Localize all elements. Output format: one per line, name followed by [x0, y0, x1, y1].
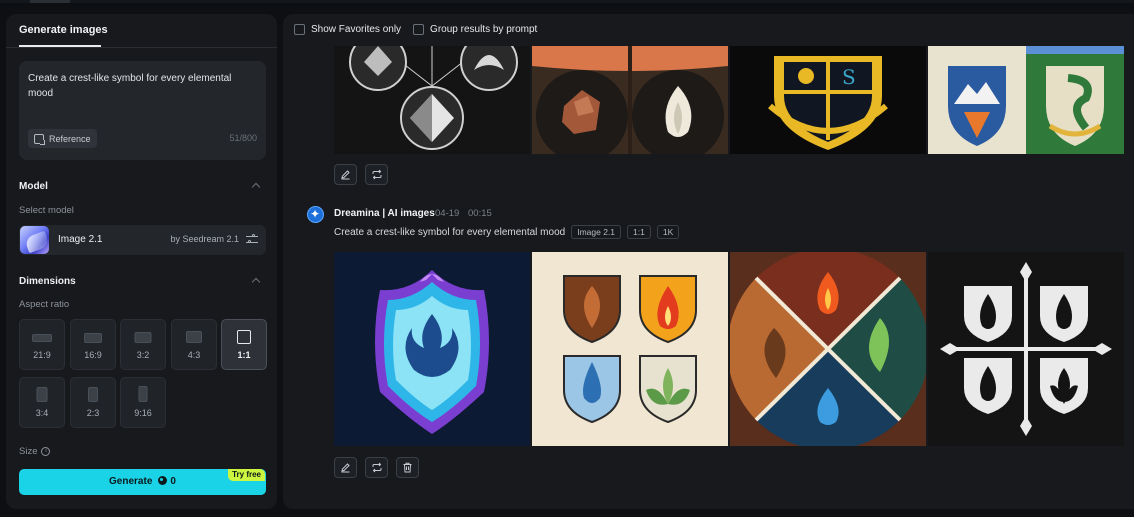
tab-divider [6, 47, 277, 48]
ratio-option-3-4[interactable]: 3:4 [19, 377, 65, 428]
reference-button[interactable]: Reference [28, 129, 97, 148]
result-image[interactable] [532, 46, 728, 154]
tab-generate-images[interactable]: Generate images [19, 24, 108, 36]
results-filters: Show Favorites only Group results by pro… [294, 24, 537, 35]
ratio-label: 3:4 [35, 408, 49, 418]
select-model-label: Select model [19, 205, 74, 216]
favorites-only-toggle[interactable]: Show Favorites only [294, 24, 401, 35]
ratio-label: 3:2 [136, 350, 150, 360]
trash-icon [403, 462, 412, 473]
result-image[interactable] [334, 46, 530, 154]
dreamina-logo-icon [307, 206, 324, 223]
model-provider: by Seedream 2.1 [170, 234, 239, 244]
favorites-only-label: Show Favorites only [311, 24, 402, 35]
ratio-label: 16:9 [84, 350, 102, 360]
repeat-icon [372, 462, 381, 473]
pencil-icon [341, 463, 350, 473]
result-image-row-previous: S [334, 46, 1124, 154]
delete-button[interactable] [396, 457, 419, 478]
result-image[interactable] [928, 46, 1124, 154]
chevron-up-icon[interactable] [251, 182, 261, 192]
ratio-chip: 1:1 [627, 225, 651, 239]
ratio-shape [84, 333, 102, 343]
model-section-title: Model [19, 181, 48, 192]
generation-prompt: Create a crest-like symbol for every ele… [334, 226, 566, 238]
model-selector[interactable]: Image 2.1 by Seedream 2.1 [19, 225, 266, 255]
result-image-row [334, 252, 1124, 446]
generation-prompt-row: Create a crest-like symbol for every ele… [334, 225, 680, 239]
result-image[interactable] [928, 252, 1124, 446]
ratio-shape [186, 331, 202, 343]
ratio-option-1-1[interactable]: 1:1 [221, 319, 267, 370]
edit-button[interactable] [334, 164, 357, 185]
top-bar [0, 0, 1134, 3]
repeat-icon [372, 169, 381, 180]
prompt-text[interactable]: Create a crest-like symbol for every ele… [28, 71, 248, 101]
group-by-prompt-toggle[interactable]: Group results by prompt [413, 24, 537, 35]
image-reference-icon [34, 133, 45, 145]
result-image[interactable] [532, 252, 728, 446]
ratio-shape [134, 332, 152, 343]
model-name: Image 2.1 [58, 234, 103, 245]
ratio-shape [88, 387, 98, 402]
credit-coin-icon [158, 476, 168, 485]
chevron-up-icon[interactable] [251, 277, 261, 287]
size-label: Size i [19, 446, 51, 457]
generate-panel: Generate images Create a crest-like symb… [6, 14, 277, 509]
reference-label: Reference [49, 133, 91, 144]
size-label-text: Size [19, 446, 38, 457]
result-image[interactable] [334, 252, 530, 446]
regenerate-button[interactable] [365, 457, 388, 478]
results-panel: Show Favorites only Group results by pro… [283, 14, 1134, 509]
ratio-shape [138, 386, 148, 402]
checkbox[interactable] [294, 24, 305, 35]
edit-button[interactable] [334, 457, 357, 478]
top-tab-indicator [30, 0, 70, 3]
model-chip: Image 2.1 [571, 225, 622, 239]
generate-label: Generate [109, 476, 153, 487]
ratio-option-3-2[interactable]: 3:2 [120, 319, 166, 370]
settings-sliders-icon[interactable] [246, 234, 258, 245]
ratio-shape [237, 330, 251, 344]
result-actions [334, 457, 419, 478]
ratio-option-9-16[interactable]: 9:16 [120, 377, 166, 428]
ratio-option-2-3[interactable]: 2:3 [70, 377, 116, 428]
ratio-shape [36, 387, 48, 402]
ratio-option-4-3[interactable]: 4:3 [171, 319, 217, 370]
ratio-option-16-9[interactable]: 16:9 [70, 319, 116, 370]
ratio-shape [32, 334, 52, 342]
try-free-badge: Try free [228, 469, 265, 481]
info-icon[interactable]: i [41, 447, 51, 456]
result-actions-previous [334, 164, 388, 185]
ratio-label: 21:9 [33, 350, 51, 360]
regenerate-button[interactable] [365, 164, 388, 185]
group-by-prompt-label: Group results by prompt [430, 24, 538, 35]
resolution-chip: 1K [656, 225, 680, 239]
ratio-label: 9:16 [134, 408, 152, 418]
dimensions-section-title: Dimensions [19, 276, 76, 287]
ratio-option-21-9[interactable]: 21:9 [19, 319, 65, 370]
result-image[interactable] [730, 252, 926, 446]
ratio-label: 4:3 [187, 350, 201, 360]
generation-time: 00:15 [468, 208, 492, 219]
ratio-label: 1:1 [237, 350, 251, 360]
generate-button[interactable]: Generate 0 Try free [19, 469, 266, 495]
character-counter: 51/800 [229, 133, 257, 143]
prompt-textarea[interactable]: Create a crest-like symbol for every ele… [19, 61, 266, 160]
result-image[interactable]: S [730, 46, 926, 154]
generation-date: 04-19 [435, 208, 460, 219]
checkbox[interactable] [413, 24, 425, 35]
generator-name: Dreamina | AI images [334, 208, 435, 219]
aspect-ratio-label: Aspect ratio [19, 299, 70, 310]
svg-text:S: S [842, 65, 856, 89]
pencil-icon [341, 170, 350, 180]
generate-cost: 0 [170, 476, 176, 487]
ratio-label: 2:3 [86, 408, 100, 418]
model-thumbnail [20, 226, 49, 254]
